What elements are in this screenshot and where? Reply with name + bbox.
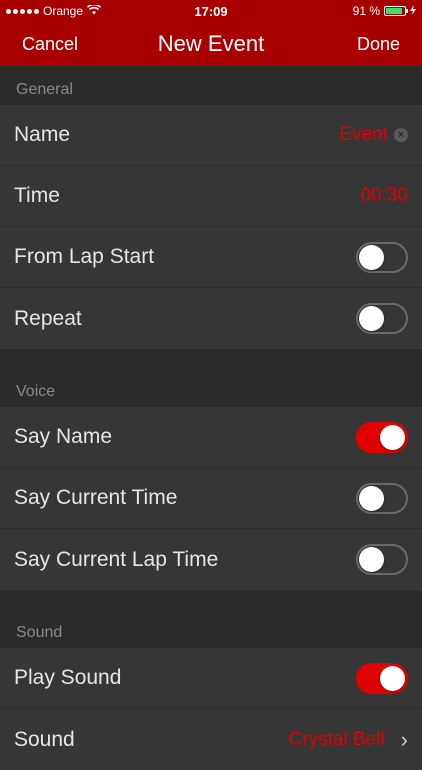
name-row[interactable]: Name Event × (0, 105, 422, 166)
time-row[interactable]: Time 00:30 (0, 166, 422, 227)
play-sound-row: Play Sound (0, 648, 422, 709)
section-header-sound: Sound (0, 590, 422, 648)
say-current-lap-time-row: Say Current Lap Time (0, 529, 422, 590)
chevron-right-icon: › (400, 726, 408, 752)
time-label: Time (14, 184, 60, 207)
cancel-button[interactable]: Cancel (22, 34, 78, 55)
sound-value[interactable]: Crystal Bell (289, 729, 385, 751)
charging-icon (410, 4, 416, 18)
general-group: Name Event × Time 00:30 From Lap Start R… (0, 105, 422, 349)
from-lap-start-label: From Lap Start (14, 245, 155, 268)
time-value[interactable]: 00:30 (360, 185, 408, 207)
repeat-row: Repeat (0, 288, 422, 349)
battery-percent: 91 % (352, 4, 380, 18)
say-current-time-label: Say Current Time (14, 486, 178, 509)
status-bar: Orange 17:09 91 % (0, 0, 422, 22)
repeat-label: Repeat (14, 306, 82, 330)
name-label: Name (14, 123, 71, 146)
repeat-toggle[interactable] (356, 303, 408, 334)
from-lap-start-toggle[interactable] (356, 241, 408, 273)
name-value[interactable]: Event (339, 124, 388, 146)
section-header-general: General (0, 66, 422, 105)
name-value-container: Event × (339, 124, 408, 146)
voice-group: Say Name Say Current Time Say Current La… (0, 407, 422, 590)
say-name-label: Say Name (14, 425, 113, 448)
done-button[interactable]: Done (357, 34, 400, 55)
wifi-icon (86, 3, 102, 18)
status-right: 91 % (353, 4, 416, 18)
status-left: Orange (6, 3, 102, 18)
say-current-time-toggle[interactable] (356, 482, 408, 514)
say-current-lap-time-toggle[interactable] (356, 544, 408, 575)
sound-value-container: Crystal Bell › (289, 727, 408, 753)
sound-group: Play Sound Sound Crystal Bell › (0, 648, 422, 770)
carrier-name: Orange (43, 4, 84, 18)
from-lap-start-row: From Lap Start (0, 227, 422, 288)
section-header-voice: Voice (0, 349, 422, 407)
say-name-row: Say Name (0, 407, 422, 468)
battery-icon (384, 6, 408, 16)
say-current-lap-time-label: Say Current Lap Time (14, 547, 219, 571)
sound-label: Sound (14, 727, 75, 751)
say-current-time-row: Say Current Time (0, 468, 422, 529)
play-sound-label: Play Sound (14, 666, 122, 689)
signal-icon (6, 8, 39, 14)
say-name-toggle[interactable] (356, 421, 408, 453)
play-sound-toggle[interactable] (356, 662, 408, 694)
navigation-bar: Cancel New Event Done (0, 22, 422, 66)
sound-row[interactable]: Sound Crystal Bell › (0, 709, 422, 770)
clear-icon[interactable]: × (394, 128, 408, 142)
